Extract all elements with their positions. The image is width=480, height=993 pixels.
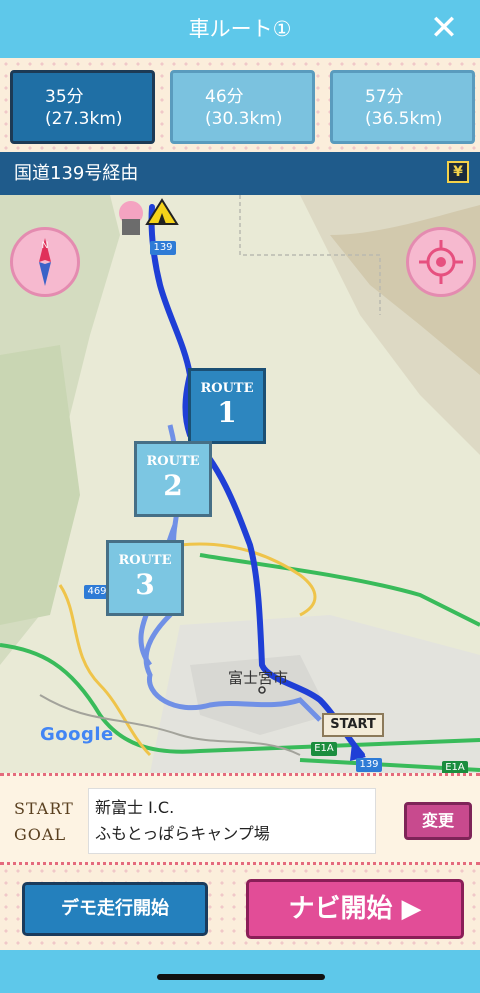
route-time: 57分 bbox=[365, 87, 404, 107]
locate-target-icon bbox=[419, 240, 463, 284]
route-marker-1[interactable]: ROUTE 1 bbox=[188, 368, 266, 444]
route-marker-2[interactable]: ROUTE 2 bbox=[134, 441, 212, 517]
route-option-1[interactable]: 35分 (27.3km) bbox=[10, 70, 155, 144]
compass-icon[interactable]: N bbox=[10, 227, 80, 297]
start-label: START bbox=[14, 799, 74, 818]
change-button[interactable]: 変更 bbox=[404, 802, 472, 840]
home-indicator[interactable] bbox=[157, 974, 325, 980]
road-shield-e1a: E1A bbox=[311, 742, 337, 756]
start-navigation-button[interactable]: ナビ開始 ▶ bbox=[246, 879, 464, 939]
route-marker-word: ROUTE bbox=[146, 454, 200, 469]
route-distance: (30.3km) bbox=[205, 109, 283, 129]
start-goal-values[interactable]: 新富士 I.C. ふもとっぱらキャンプ場 bbox=[88, 788, 376, 854]
toll-icon[interactable]: ¥ bbox=[447, 161, 469, 183]
svg-text:N: N bbox=[42, 240, 49, 250]
demo-drive-button[interactable]: デモ走行開始 bbox=[22, 882, 208, 936]
route-marker-number: 1 bbox=[217, 396, 237, 429]
route-distance: (36.5km) bbox=[365, 109, 443, 129]
crosshair-icon[interactable] bbox=[406, 227, 476, 297]
city-label: 富士宮市 bbox=[228, 669, 289, 687]
start-flag: START bbox=[322, 713, 384, 737]
close-icon[interactable]: ✕ bbox=[426, 8, 462, 48]
via-text: 国道139号経由 bbox=[14, 163, 139, 184]
goal-label: GOAL bbox=[14, 825, 67, 844]
route-distance: (27.3km) bbox=[45, 109, 123, 129]
route-time: 35分 bbox=[45, 87, 84, 107]
road-shield-139: 139 bbox=[150, 241, 176, 255]
route-marker-number: 3 bbox=[135, 568, 155, 601]
route-time: 46分 bbox=[205, 87, 244, 107]
route-marker-number: 2 bbox=[163, 469, 183, 502]
start-goal-labels: START GOAL bbox=[14, 796, 74, 848]
route-marker-3[interactable]: ROUTE 3 bbox=[106, 540, 184, 616]
page-title: 車ルート① bbox=[188, 17, 292, 41]
compass-needle-icon: N bbox=[39, 238, 51, 286]
footer-bar bbox=[0, 950, 480, 993]
goal-value: ふもとっぱらキャンプ場 bbox=[95, 824, 270, 843]
google-logo: Google bbox=[40, 724, 114, 745]
route-marker-word: ROUTE bbox=[118, 553, 172, 568]
road-shield-139: 139 bbox=[356, 758, 382, 772]
route-option-3[interactable]: 57分 (36.5km) bbox=[330, 70, 475, 144]
route-option-2[interactable]: 46分 (30.3km) bbox=[170, 70, 315, 144]
start-value: 新富士 I.C. bbox=[95, 798, 175, 817]
route-marker-word: ROUTE bbox=[200, 381, 254, 396]
